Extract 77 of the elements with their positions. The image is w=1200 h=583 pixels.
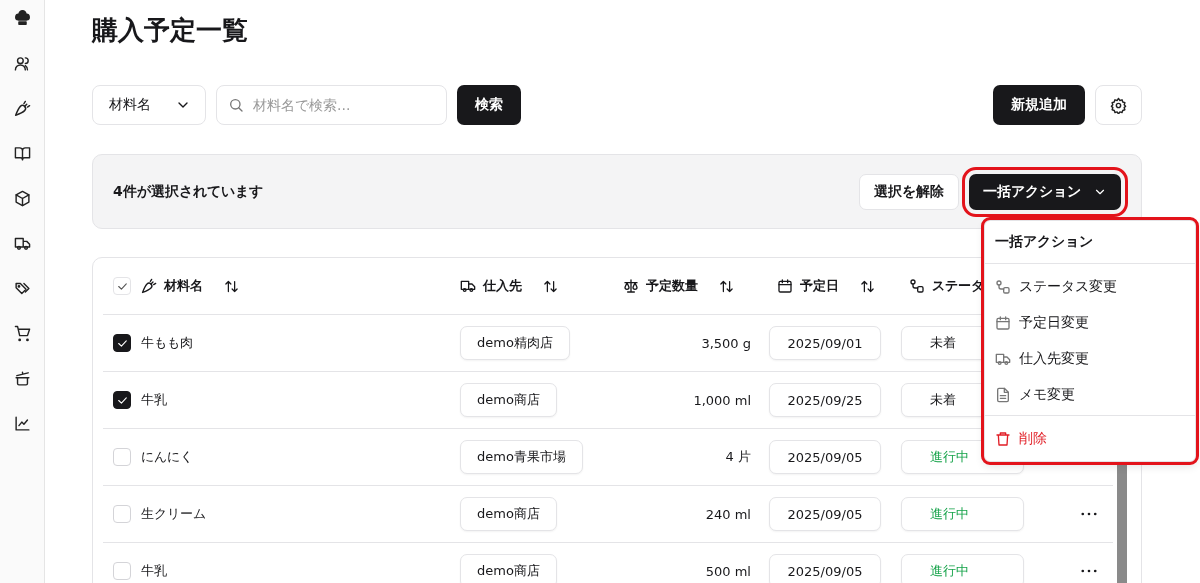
calendar-icon	[777, 278, 793, 294]
quantity-cell-text: 3,500 g	[700, 335, 752, 351]
pot-icon	[13, 370, 31, 387]
search-icon	[228, 97, 244, 113]
trash-icon	[995, 430, 1011, 447]
material-name: 生クリーム	[141, 505, 207, 523]
document-icon	[995, 386, 1011, 403]
material-name: 牛乳	[141, 391, 168, 409]
quantity-cell-text: 1,000 ml	[692, 392, 752, 408]
status-icon	[995, 278, 1011, 295]
date-field[interactable]: 2025/09/05	[769, 497, 881, 531]
box-nav-button[interactable]	[13, 190, 31, 207]
cart-nav-button[interactable]	[13, 325, 31, 342]
more-icon	[1080, 569, 1097, 573]
quantity-cell-text: 500 ml	[704, 563, 752, 579]
tags-icon	[13, 280, 31, 297]
material-name: 牛乳	[141, 562, 168, 580]
search-button[interactable]: 検索	[457, 85, 521, 125]
truck-icon	[13, 235, 31, 252]
add-button[interactable]: 新規追加	[993, 85, 1085, 125]
date-field[interactable]: 2025/09/25	[769, 383, 881, 417]
column-header[interactable]: 予定日	[800, 277, 839, 295]
date-field[interactable]: 2025/09/05	[769, 554, 881, 583]
menu-item[interactable]: ステータス変更	[985, 268, 1195, 305]
cart-icon	[13, 325, 31, 342]
truck-icon	[460, 278, 476, 294]
book-nav-button[interactable]	[13, 145, 31, 162]
sort-icon	[224, 278, 239, 294]
sort-icon	[719, 278, 734, 294]
chef-hat-nav-button[interactable]	[13, 10, 31, 27]
more-icon	[1080, 512, 1097, 516]
menu-title: 一括アクション	[994, 231, 1094, 251]
supplier-select[interactable]: demo商店	[460, 554, 557, 583]
column-header[interactable]: 材料名	[164, 277, 203, 295]
truck-nav-button[interactable]	[13, 235, 31, 252]
users-nav-button[interactable]	[13, 55, 31, 72]
scale-icon	[623, 278, 639, 294]
supplier-select[interactable]: demo精肉店	[460, 326, 570, 360]
settings-icon	[1110, 96, 1127, 114]
column-header[interactable]: 仕入先	[483, 277, 522, 295]
clear-selection-button[interactable]: 選択を解除	[859, 173, 959, 210]
more-button[interactable]	[1080, 569, 1097, 573]
sort-icon	[860, 278, 875, 294]
chef-hat-icon	[13, 10, 31, 27]
column-header[interactable]: ステータ	[932, 277, 984, 295]
sort-icon	[543, 278, 558, 294]
chart-nav-button[interactable]	[13, 415, 31, 432]
more-button[interactable]	[1080, 512, 1097, 516]
supplier-select[interactable]: demo青果市場	[460, 440, 583, 474]
carrot-icon	[13, 100, 31, 117]
date-field[interactable]: 2025/09/01	[769, 326, 881, 360]
users-icon	[13, 55, 31, 72]
settings-button[interactable]	[1095, 85, 1142, 125]
tags-nav-button[interactable]	[13, 280, 31, 297]
pot-nav-button[interactable]	[13, 370, 31, 387]
filter-select[interactable]: 材料名	[92, 85, 206, 125]
row-checkbox[interactable]	[113, 391, 131, 409]
search-field[interactable]: 材料名で検索...	[216, 85, 447, 125]
supplier-select[interactable]: demo商店	[460, 497, 557, 531]
chart-icon	[13, 415, 31, 432]
column-header[interactable]: 予定数量	[646, 277, 698, 295]
carrot-icon	[141, 278, 157, 294]
selection-message: 4件が選択されています	[113, 182, 264, 201]
page-title: 購入予定一覧	[92, 14, 249, 47]
material-name: 牛もも肉	[141, 334, 194, 352]
material-name: にんにく	[141, 448, 194, 466]
status-icon	[909, 278, 925, 294]
book-icon	[13, 145, 31, 162]
quantity-cell-text: 4 片	[724, 448, 752, 466]
calendar-icon	[995, 314, 1011, 331]
box-icon	[13, 190, 31, 207]
row-checkbox[interactable]	[113, 334, 131, 352]
date-field[interactable]: 2025/09/05	[769, 440, 881, 474]
quantity-cell-text: 240 ml	[704, 506, 752, 522]
supplier-select[interactable]: demo商店	[460, 383, 557, 417]
select-all-checkbox[interactable]	[113, 277, 131, 295]
carrot-nav-button[interactable]	[13, 100, 31, 117]
